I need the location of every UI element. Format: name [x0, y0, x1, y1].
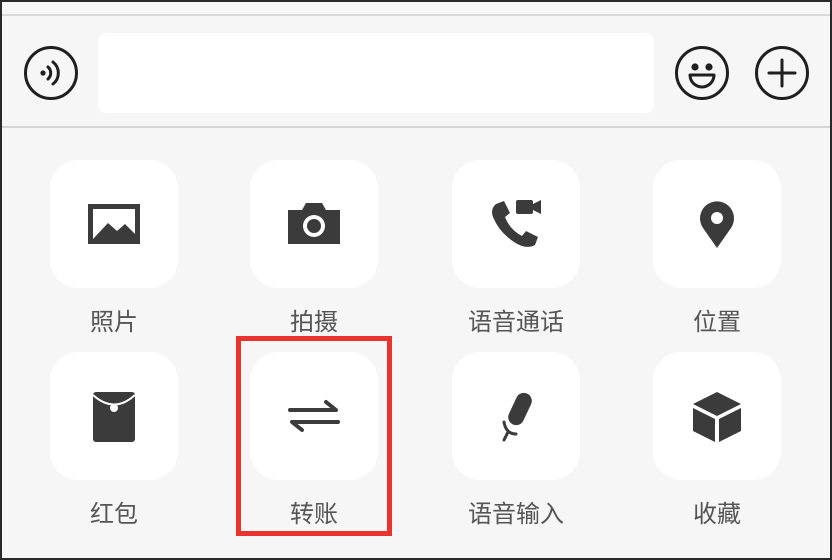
function-tile[interactable]	[50, 352, 178, 480]
function-transfer[interactable]: 转账	[250, 352, 378, 529]
function-tile[interactable]	[250, 352, 378, 480]
function-tile[interactable]	[653, 352, 781, 480]
function-label: 拍摄	[290, 308, 338, 336]
more-functions-panel: 照片 拍摄 语音通话 位置 红包 转账 语音输入 收藏	[0, 130, 832, 560]
transfer-arrows-icon	[288, 400, 340, 432]
voice-toggle-button[interactable]	[24, 46, 78, 100]
function-label: 位置	[693, 308, 741, 336]
image-icon	[88, 204, 140, 244]
function-voice-call[interactable]: 语音通话	[452, 160, 580, 337]
camera-icon	[288, 203, 340, 244]
function-label: 转账	[290, 500, 338, 528]
phone-video-icon	[492, 200, 541, 247]
function-photos[interactable]: 照片	[50, 160, 178, 337]
red-envelope-icon	[92, 392, 136, 442]
function-tile[interactable]	[250, 160, 378, 288]
plus-circle-icon	[767, 58, 797, 88]
function-tile[interactable]	[50, 160, 178, 288]
function-tile[interactable]	[452, 352, 580, 480]
function-voice-input[interactable]: 语音输入	[452, 352, 580, 529]
function-location[interactable]: 位置	[653, 160, 781, 337]
function-favorites[interactable]: 收藏	[653, 352, 781, 529]
function-tile[interactable]	[653, 160, 781, 288]
voice-wave-icon	[40, 60, 60, 86]
smiley-face-icon	[688, 63, 716, 89]
function-label: 语音输入	[468, 500, 564, 528]
more-functions-button[interactable]	[755, 46, 809, 100]
function-red-packet[interactable]: 红包	[50, 352, 178, 529]
function-tile[interactable]	[452, 160, 580, 288]
function-label: 红包	[90, 500, 138, 528]
message-input[interactable]	[98, 33, 654, 113]
function-label: 收藏	[693, 500, 741, 528]
chat-input-bar	[0, 16, 832, 128]
emoji-button[interactable]	[675, 46, 729, 100]
microphone-icon	[502, 392, 532, 442]
favorites-cube-icon	[693, 392, 741, 442]
function-camera[interactable]: 拍摄	[250, 160, 378, 337]
function-label: 照片	[90, 308, 138, 336]
location-pin-icon	[700, 201, 734, 248]
function-label: 语音通话	[468, 308, 564, 336]
